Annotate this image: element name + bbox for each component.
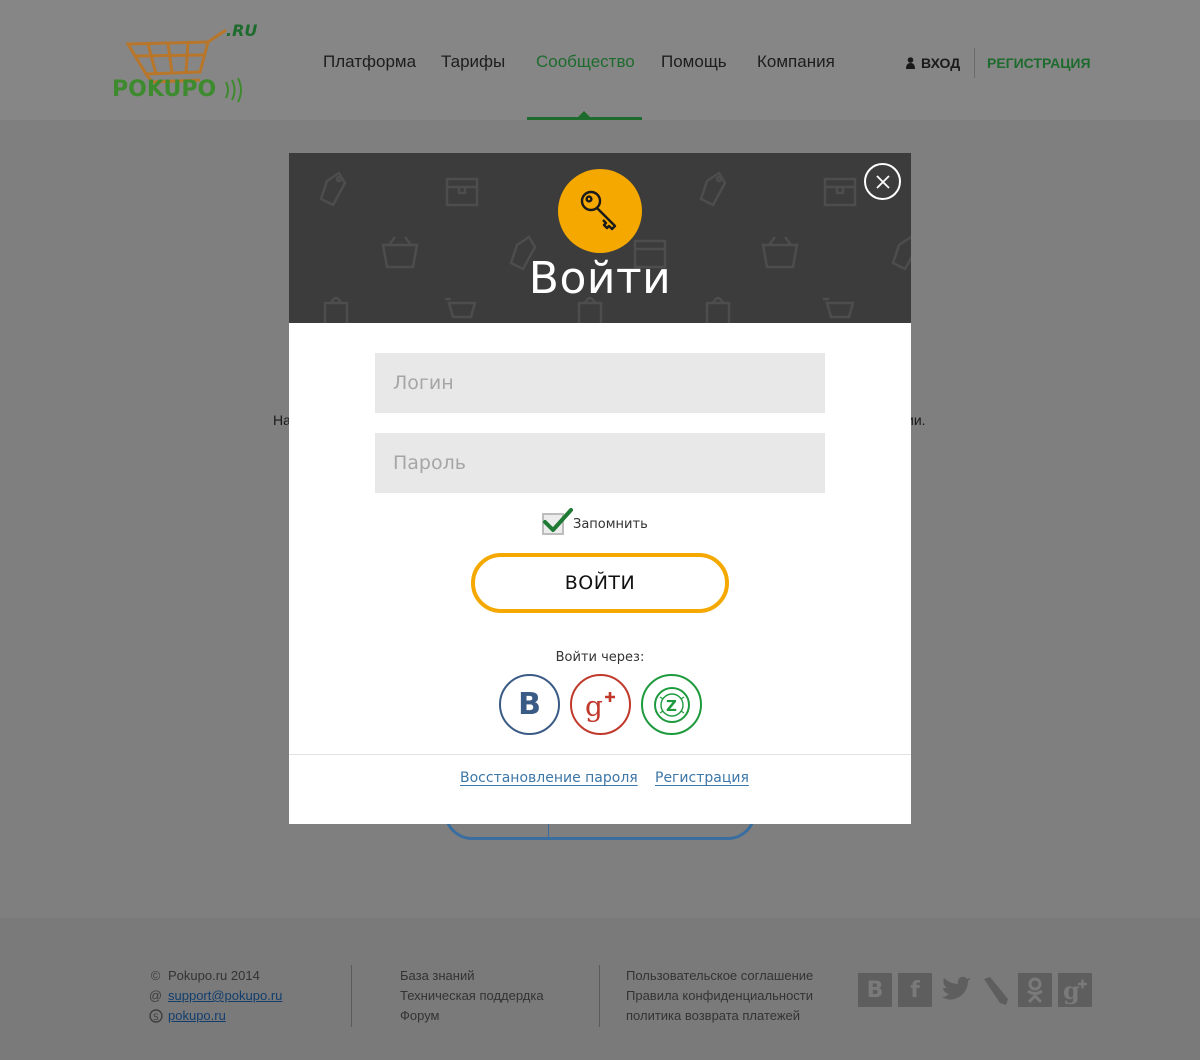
at-icon: @ [148,988,163,1003]
footer-copyright: Pokupo.ru 2014 [168,968,260,983]
z-payment-icon: Z [653,686,690,723]
background-button-separator [548,824,549,838]
footer-skype-row: S pokupo.ru [148,1006,282,1026]
svg-text:Z: Z [666,697,677,715]
footer-contacts: © Pokupo.ru 2014 @ support@pokupo.ru S p… [148,966,282,1026]
header-divider [974,48,975,78]
footer-copyright-row: © Pokupo.ru 2014 [148,966,282,986]
facebook-icon[interactable]: f [898,973,932,1007]
svg-text:g: g [1063,976,1080,1005]
close-icon [875,174,890,189]
footer-separator-1 [351,965,352,1027]
livejournal-icon[interactable] [978,973,1012,1007]
footer-separator-2 [599,965,600,1027]
twitter-icon[interactable] [938,973,972,1007]
site-footer: © Pokupo.ru 2014 @ support@pokupo.ru S p… [0,918,1200,1060]
social-login-label: Войти через: [555,650,645,665]
skype-icon: S [148,1009,163,1024]
modal-header: Войти [289,153,911,323]
nav-item-community[interactable]: Сообщество [536,52,635,72]
vk-login-button[interactable]: B [499,674,560,735]
svg-text:g: g [585,690,603,723]
vk-icon[interactable]: B [858,973,892,1007]
vk-icon: B [518,687,541,722]
login-label: ВХОД [921,55,961,71]
google-plus-login-button[interactable]: g [570,674,631,735]
user-icon [906,57,915,69]
svg-text:S: S [153,1013,159,1023]
modal-title: Войти [528,253,672,304]
site-header: .RU POKUPO Платформа Тарифы Сообщество П… [0,0,1200,120]
skype-link[interactable]: pokupo.ru [168,1006,226,1026]
footer-link-privacy[interactable]: Правила конфиденциальности [626,986,813,1006]
footer-link-forum[interactable]: Форум [400,1006,544,1026]
footer-email-row: @ support@pokupo.ru [148,986,283,1006]
footer-social-icons: B f g [858,973,1092,1007]
footer-link-knowledge-base[interactable]: База знаний [400,966,544,986]
header-register-link[interactable]: РЕГИСТРАЦИЯ [987,55,1091,71]
nav-item-company[interactable]: Компания [757,52,835,72]
key-badge [558,169,642,253]
close-button[interactable] [864,163,901,200]
nav-item-platform[interactable]: Платформа [323,52,416,72]
checkbox-box[interactable] [542,508,573,535]
password-recovery-link[interactable]: Восстановление пароля [460,770,638,786]
footer-link-user-agreement[interactable]: Пользовательское соглашение [626,966,813,986]
checkmark-icon [543,508,573,532]
login-input[interactable] [375,353,825,413]
footer-support-links: База знаний Техническая поддердка Форум [400,966,544,1026]
footer-legal-links: Пользовательское соглашение Правила конф… [626,966,813,1026]
password-input[interactable] [375,433,825,493]
z-payment-login-button[interactable]: Z [641,674,702,735]
modal-footer-divider [289,754,911,755]
header-login-link[interactable]: ВХОД [906,55,960,71]
login-submit-button[interactable]: ВОЙТИ [471,553,729,613]
copyright-icon: © [150,968,161,983]
login-modal: Войти Запомнить ВОЙТИ Войти через: B g [289,153,911,824]
registration-link[interactable]: Регистрация [655,770,749,786]
google-plus-icon[interactable]: g [1058,973,1092,1007]
nav-active-underline [527,117,642,120]
google-plus-icon: g [585,690,615,723]
support-email-link[interactable]: support@pokupo.ru [168,986,282,1006]
remember-me-checkbox[interactable]: Запомнить [542,508,648,535]
odnoklassniki-icon[interactable] [1018,973,1052,1007]
footer-link-refund-policy[interactable]: политика возврата платежей [626,1006,813,1026]
footer-link-tech-support[interactable]: Техническая поддердка [400,986,544,1006]
nav-item-tariffs[interactable]: Тарифы [441,52,505,72]
key-icon [580,190,617,231]
remember-me-label: Запомнить [573,516,648,532]
nav-item-help[interactable]: Помощь [661,52,727,72]
